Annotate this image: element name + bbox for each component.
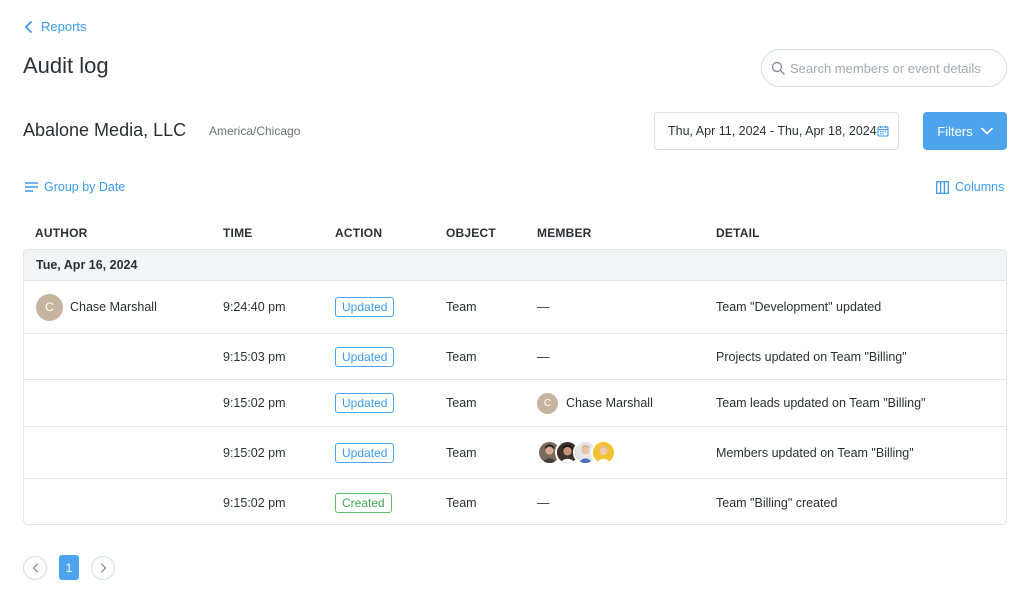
action-badge: Updated xyxy=(335,297,395,317)
member-name: Chase Marshall xyxy=(566,396,653,410)
search-icon xyxy=(771,61,785,75)
filters-label: Filters xyxy=(937,123,973,139)
header-action: ACTION xyxy=(335,226,383,240)
action-badge: Created xyxy=(335,492,392,513)
time-cell: 9:15:02 pm xyxy=(223,445,286,460)
time-cell: 9:15:03 pm xyxy=(223,349,286,364)
time-cell: 9:24:40 pm xyxy=(223,300,286,314)
action-cell: Updated xyxy=(335,380,395,426)
back-link-label: Reports xyxy=(41,19,87,34)
table-row: C Chase Marshall 9:24:40 pm Updated Team… xyxy=(24,281,1006,334)
member-cell xyxy=(537,427,616,478)
detail-cell: Members updated on Team "Billing" xyxy=(716,445,914,460)
member-cell: — xyxy=(537,349,550,364)
chevron-left-icon xyxy=(32,563,38,573)
chevron-down-icon xyxy=(980,127,993,135)
object-cell: Team xyxy=(446,349,477,364)
group-by-label: Group by Date xyxy=(44,180,126,194)
chevron-left-icon xyxy=(25,20,32,33)
avatar: C xyxy=(36,293,63,321)
audit-table: Tue, Apr 16, 2024 C Chase Marshall 9:24:… xyxy=(23,249,1007,525)
member-cell: — xyxy=(537,495,550,510)
header-time: TIME xyxy=(223,226,253,240)
search-box[interactable] xyxy=(761,49,1007,87)
columns-icon xyxy=(936,180,949,194)
columns-label: Columns xyxy=(955,180,1005,194)
group-by-date-toggle[interactable]: Group by Date xyxy=(25,180,125,194)
search-input[interactable] xyxy=(790,60,990,76)
header-member: MEMBER xyxy=(537,226,592,240)
object-cell: Team xyxy=(446,445,477,460)
object-cell: Team xyxy=(446,495,477,510)
action-cell: Created xyxy=(335,479,392,524)
header-object: OBJECT xyxy=(446,226,496,240)
header-detail: DETAIL xyxy=(716,226,760,240)
filters-button[interactable]: Filters xyxy=(923,112,1007,150)
prev-page-button[interactable] xyxy=(23,556,47,580)
member-cell: C Chase Marshall xyxy=(537,380,653,426)
detail-cell: Projects updated on Team "Billing" xyxy=(716,349,907,364)
time-cell: 9:15:02 pm xyxy=(223,495,286,510)
table-row: 9:15:02 pm Created Team — Team "Billing"… xyxy=(24,479,1006,524)
page-title: Audit log xyxy=(23,53,109,78)
time-cell: 9:15:02 pm xyxy=(223,396,286,410)
member-cell: — xyxy=(537,300,550,314)
calendar-icon xyxy=(877,126,889,137)
date-group-row: Tue, Apr 16, 2024 xyxy=(24,250,1006,281)
date-range-value: Thu, Apr 11, 2024 - Thu, Apr 18, 2024 xyxy=(668,124,877,138)
back-link-reports[interactable]: Reports xyxy=(23,19,87,34)
action-cell: Updated xyxy=(335,281,395,333)
action-badge: Updated xyxy=(335,393,395,413)
table-row: 9:15:03 pm Updated Team — Projects updat… xyxy=(24,334,1006,380)
detail-cell: Team "Billing" created xyxy=(716,495,838,510)
detail-cell: Team "Development" updated xyxy=(716,300,882,314)
object-cell: Team xyxy=(446,300,477,314)
action-badge: Updated xyxy=(335,346,395,367)
company-name: Abalone Media, LLC xyxy=(23,120,187,140)
columns-button[interactable]: Columns xyxy=(936,180,1004,194)
timezone-label: America/Chicago xyxy=(209,124,301,138)
chevron-right-icon xyxy=(100,563,106,573)
action-badge: Updated xyxy=(335,442,395,463)
lines-icon xyxy=(25,182,38,192)
action-cell: Updated xyxy=(335,427,395,478)
table-row: 9:15:02 pm Updated Team C Chase Marshall… xyxy=(24,380,1006,427)
author-name: Chase Marshall xyxy=(70,300,157,314)
object-cell: Team xyxy=(446,396,477,410)
page-number-current[interactable]: 1 xyxy=(59,555,79,580)
date-range-picker[interactable]: Thu, Apr 11, 2024 - Thu, Apr 18, 2024 xyxy=(654,112,899,150)
header-author: AUTHOR xyxy=(35,226,88,240)
avatar: C xyxy=(537,392,558,414)
action-cell: Updated xyxy=(335,334,395,379)
member-avatar-photo xyxy=(591,440,616,465)
member-avatar-stack xyxy=(537,440,616,465)
detail-cell: Team leads updated on Team "Billing" xyxy=(716,396,926,410)
author-cell: C Chase Marshall xyxy=(36,281,157,333)
date-group-label: Tue, Apr 16, 2024 xyxy=(36,258,138,272)
table-row: 9:15:02 pm Updated Team Members updated … xyxy=(24,427,1006,479)
next-page-button[interactable] xyxy=(91,556,115,580)
